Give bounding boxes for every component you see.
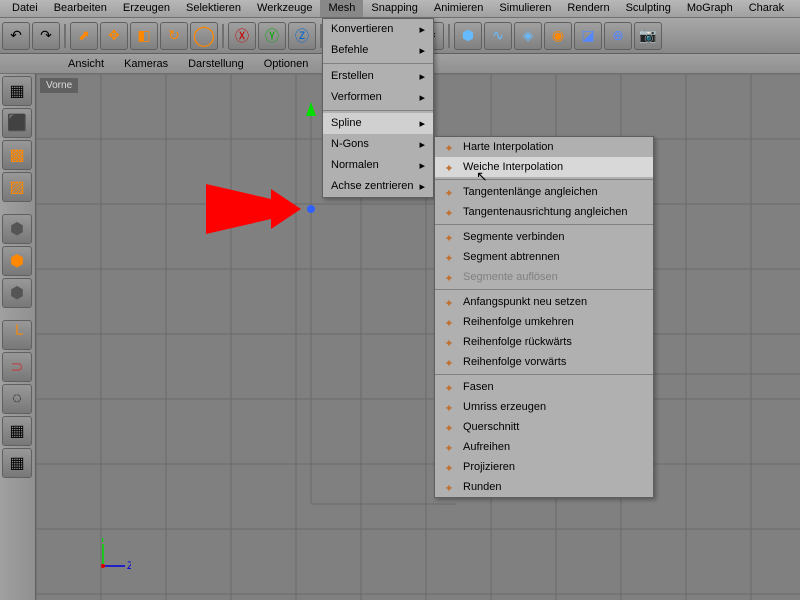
spline-item[interactable]: ✦Reihenfolge umkehren [435,312,653,332]
spline-item[interactable]: ✦Runden [435,477,653,497]
rotate-tool[interactable]: ↻ [160,22,188,50]
viewmenu-optionen[interactable]: Optionen [256,58,317,70]
meshmenu-item[interactable]: Spline▸ [323,113,433,134]
spline-item-icon: ✦ [441,315,457,331]
spline-item[interactable]: ✦Querschnitt [435,417,653,437]
left-toolbar: ▦ ⬛ ▩ ▨ ⬢ ⬢ ⬢ └ ⊃ ◌ ▦ ▦ [0,74,36,600]
menu-snapping[interactable]: Snapping [363,0,426,17]
menu-charak[interactable]: Charak [741,0,792,17]
env-tool[interactable]: ⊕ [604,22,632,50]
spline-item[interactable]: ✦Reihenfolge rückwärts [435,332,653,352]
menu-mesh[interactable]: Mesh [320,0,363,17]
snap-tool[interactable]: ⊃ [2,352,32,382]
spline-item-icon: ✦ [441,270,457,286]
meshmenu-item[interactable]: Normalen▸ [323,155,433,176]
make-editable[interactable]: ▦ [2,76,32,106]
scale-tool[interactable]: ◧ [130,22,158,50]
spline-item-icon: ✦ [441,440,457,456]
spline-item[interactable]: ✦Weiche Interpolation [435,157,653,177]
menu-rendern[interactable]: Rendern [559,0,617,17]
cube-primitive[interactable]: ⬢ [454,22,482,50]
spline-item[interactable]: ✦Tangentenausrichtung angleichen [435,202,653,222]
spline-item[interactable]: ✦Tangentenlänge angleichen [435,182,653,202]
spline-primitive[interactable]: ∿ [484,22,512,50]
edge-mode[interactable]: ⬢ [2,246,32,276]
spline-item[interactable]: ✦Segment abtrennen [435,247,653,267]
menu-datei[interactable]: Datei [4,0,46,17]
spline-item-icon: ✦ [441,140,457,156]
poly-mode[interactable]: ⬢ [2,278,32,308]
menu-werkzeuge[interactable]: Werkzeuge [249,0,320,17]
meshmenu-item[interactable]: Verformen▸ [323,87,433,108]
spline-item: ✦Segmente auflösen [435,267,653,287]
spline-item[interactable]: ✦Projizieren [435,457,653,477]
axis-tool[interactable]: └ [2,320,32,350]
menu-erzeugen[interactable]: Erzeugen [115,0,178,17]
spline-item-icon: ✦ [441,400,457,416]
redo-button[interactable]: ↷ [32,22,60,50]
menu-bearbeiten[interactable]: Bearbeiten [46,0,115,17]
spline-item-icon: ✦ [441,355,457,371]
spline-item-icon: ✦ [441,160,457,176]
grid-tool2[interactable]: ▦ [2,448,32,478]
move-tool[interactable]: ✥ [100,22,128,50]
modeling-tool[interactable]: ◉ [544,22,572,50]
svg-text:Z: Z [127,560,131,572]
select-tool[interactable]: ⬈ [70,22,98,50]
svg-text:Y: Y [99,538,107,545]
undo-button[interactable]: ↶ [2,22,30,50]
spline-item[interactable]: ✦Aufreihen [435,437,653,457]
spline-item[interactable]: ✦Segmente verbinden [435,227,653,247]
y-lock[interactable]: Ⓨ [258,22,286,50]
spline-item-icon: ✦ [441,230,457,246]
spline-item-icon: ✦ [441,185,457,201]
z-lock[interactable]: Ⓩ [288,22,316,50]
deformer-tool[interactable]: ◪ [574,22,602,50]
grid-tool1[interactable]: ▦ [2,416,32,446]
meshmenu-item[interactable]: Achse zentrieren▸ [323,176,433,197]
point-mode[interactable]: ⬢ [2,214,32,244]
meshmenu-item[interactable]: Befehle▸ [323,40,433,61]
spline-item-icon: ✦ [441,480,457,496]
viewmenu-darstellung[interactable]: Darstellung [180,58,252,70]
nurbs-tool[interactable]: ◈ [514,22,542,50]
texture-mode[interactable]: ▩ [2,140,32,170]
spline-item-icon: ✦ [441,380,457,396]
menu-animieren[interactable]: Animieren [426,0,492,17]
menu-mograph[interactable]: MoGraph [679,0,741,17]
mesh-menu-dropdown: Konvertieren▸Befehle▸ Erstellen▸Verformen… [322,18,434,198]
spline-item-icon: ✦ [441,250,457,266]
viewmenu-kameras[interactable]: Kameras [116,58,176,70]
spline-item[interactable]: ✦Fasen [435,377,653,397]
spline-item[interactable]: ✦Anfangspunkt neu setzen [435,292,653,312]
spline-item[interactable]: ✦Reihenfolge vorwärts [435,352,653,372]
camera-tool[interactable]: 📷 [634,22,662,50]
model-mode[interactable]: ⬛ [2,108,32,138]
locked-tool[interactable]: ◌ [2,384,32,414]
viewmenu-ansicht[interactable]: Ansicht [60,58,112,70]
meshmenu-item[interactable]: N-Gons▸ [323,134,433,155]
spline-item-icon: ✦ [441,295,457,311]
meshmenu-item[interactable]: Konvertieren▸ [323,19,433,40]
spline-item-icon: ✦ [441,205,457,221]
workplane[interactable]: ▨ [2,172,32,202]
menu-sculpting[interactable]: Sculpting [618,0,679,17]
menu-simulieren[interactable]: Simulieren [491,0,559,17]
spline-item-icon: ✦ [441,460,457,476]
menubar: DateiBearbeitenErzeugenSelektierenWerkze… [0,0,800,18]
x-lock[interactable]: Ⓧ [228,22,256,50]
spline-item-icon: ✦ [441,420,457,436]
axis-indicator: Y Z [91,538,131,580]
spline-item[interactable]: ✦Umriss erzeugen [435,397,653,417]
spline-submenu: ✦Harte Interpolation✦Weiche Interpolatio… [434,136,654,498]
spline-item-icon: ✦ [441,335,457,351]
tool-circle[interactable]: ◯ [190,22,218,50]
spline-item[interactable]: ✦Harte Interpolation [435,137,653,157]
meshmenu-item[interactable]: Erstellen▸ [323,66,433,87]
menu-selektieren[interactable]: Selektieren [178,0,249,17]
